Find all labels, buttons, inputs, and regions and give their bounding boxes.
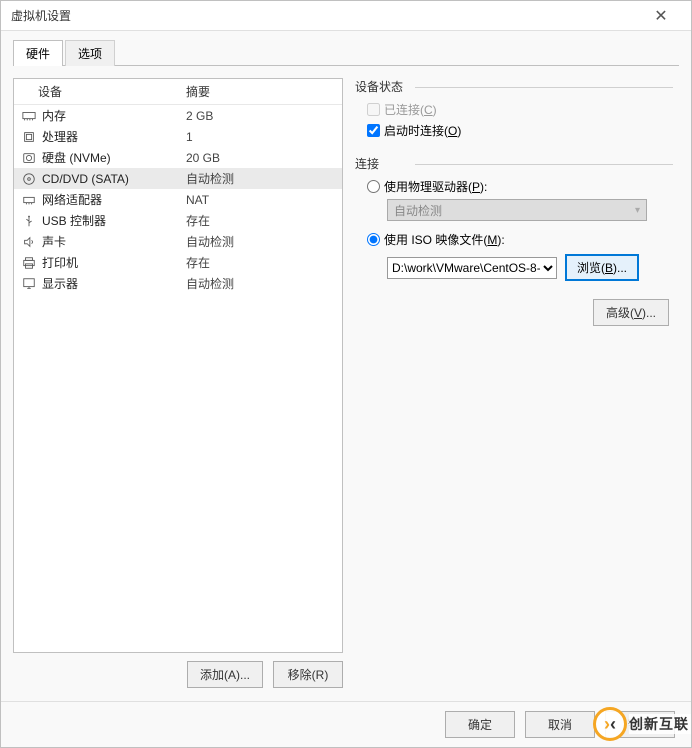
hardware-name: 打印机 — [42, 254, 186, 271]
hardware-list-header: 设备 摘要 — [14, 79, 342, 105]
ok-button[interactable]: 确定 — [445, 711, 515, 738]
cd-icon — [20, 171, 38, 187]
tab-options[interactable]: 选项 — [65, 40, 115, 66]
dialog-footer: 确定 取消 帮助 — [1, 701, 691, 747]
connected-checkbox — [367, 103, 380, 116]
remove-button[interactable]: 移除(R) — [273, 661, 343, 688]
connection-legend: 连接 — [355, 155, 673, 172]
use-physical-label: 使用物理驱动器(P): — [384, 178, 487, 195]
hardware-name: USB 控制器 — [42, 212, 186, 229]
hardware-summary: 20 GB — [186, 151, 336, 165]
hardware-summary: 1 — [186, 130, 336, 144]
vm-settings-dialog: 虚拟机设置 ✕ 硬件 选项 设备 摘要 内存2 GB处理器1硬盘 (NVMe)2… — [0, 0, 692, 748]
iso-row: D:\work\VMware\CentOS-8-x8 浏览(B)... — [387, 254, 673, 281]
hardware-row[interactable]: 内存2 GB — [14, 105, 342, 126]
hardware-row[interactable]: 显示器自动检测 — [14, 273, 342, 294]
hardware-summary: 存在 — [186, 212, 336, 229]
use-physical-radio-row[interactable]: 使用物理驱动器(P): — [367, 178, 673, 195]
hardware-list-buttons: 添加(A)... 移除(R) — [13, 661, 343, 688]
hardware-row[interactable]: 处理器1 — [14, 126, 342, 147]
network-icon — [20, 192, 38, 208]
col-summary: 摘要 — [186, 83, 336, 100]
connected-checkbox-row: 已连接(C) — [367, 101, 673, 118]
connect-poweron-label: 启动时连接(O) — [384, 122, 461, 139]
hardware-list[interactable]: 设备 摘要 内存2 GB处理器1硬盘 (NVMe)20 GBCD/DVD (SA… — [13, 78, 343, 653]
sound-icon — [20, 234, 38, 250]
usb-icon — [20, 213, 38, 229]
use-iso-radio[interactable] — [367, 233, 380, 246]
printer-icon — [20, 255, 38, 271]
disk-icon — [20, 150, 38, 166]
titlebar: 虚拟机设置 ✕ — [1, 1, 691, 31]
add-button[interactable]: 添加(A)... — [187, 661, 263, 688]
connected-label: 已连接(C) — [384, 101, 437, 118]
hardware-row[interactable]: USB 控制器存在 — [14, 210, 342, 231]
memory-icon — [20, 108, 38, 124]
hardware-panel: 设备 摘要 内存2 GB处理器1硬盘 (NVMe)20 GBCD/DVD (SA… — [13, 78, 343, 688]
hardware-name: CD/DVD (SATA) — [42, 172, 186, 186]
device-status-legend: 设备状态 — [355, 78, 673, 95]
hardware-row[interactable]: 声卡自动检测 — [14, 231, 342, 252]
tab-hardware[interactable]: 硬件 — [13, 40, 63, 66]
close-button[interactable]: ✕ — [641, 1, 681, 31]
use-iso-radio-row[interactable]: 使用 ISO 映像文件(M): — [367, 231, 673, 248]
advanced-row: 高级(V)... — [355, 299, 673, 326]
device-status-group: 设备状态 已连接(C) 启动时连接(O) — [355, 78, 673, 139]
hardware-row[interactable]: 打印机存在 — [14, 252, 342, 273]
hardware-summary: 自动检测 — [186, 233, 336, 250]
connect-poweron-checkbox[interactable] — [367, 124, 380, 137]
connect-poweron-checkbox-row[interactable]: 启动时连接(O) — [367, 122, 673, 139]
use-physical-radio[interactable] — [367, 180, 380, 193]
tabs: 硬件 选项 — [1, 31, 691, 66]
hardware-summary: NAT — [186, 193, 336, 207]
hardware-row[interactable]: CD/DVD (SATA)自动检测 — [14, 168, 342, 189]
help-button[interactable]: 帮助 — [605, 711, 675, 738]
browse-button[interactable]: 浏览(B)... — [565, 254, 639, 281]
hardware-name: 处理器 — [42, 128, 186, 145]
hardware-row[interactable]: 硬盘 (NVMe)20 GB — [14, 147, 342, 168]
hardware-name: 硬盘 (NVMe) — [42, 149, 186, 166]
physical-drive-combo: 自动检测 — [387, 199, 647, 221]
cpu-icon — [20, 129, 38, 145]
window-title: 虚拟机设置 — [11, 7, 641, 24]
hardware-row[interactable]: 网络适配器NAT — [14, 189, 342, 210]
hardware-summary: 自动检测 — [186, 170, 336, 187]
hardware-name: 内存 — [42, 107, 186, 124]
connection-group: 连接 使用物理驱动器(P): 自动检测 使用 ISO 映像文件(M): — [355, 155, 673, 281]
hardware-name: 声卡 — [42, 233, 186, 250]
use-iso-label: 使用 ISO 映像文件(M): — [384, 231, 505, 248]
hardware-summary: 存在 — [186, 254, 336, 271]
iso-path-input[interactable]: D:\work\VMware\CentOS-8-x8 — [387, 257, 557, 279]
col-device: 设备 — [20, 83, 186, 100]
content-area: 设备 摘要 内存2 GB处理器1硬盘 (NVMe)20 GBCD/DVD (SA… — [1, 66, 691, 700]
cancel-button[interactable]: 取消 — [525, 711, 595, 738]
hardware-summary: 2 GB — [186, 109, 336, 123]
advanced-button[interactable]: 高级(V)... — [593, 299, 669, 326]
device-details-panel: 设备状态 已连接(C) 启动时连接(O) 连接 — [355, 78, 679, 688]
hardware-summary: 自动检测 — [186, 275, 336, 292]
hardware-name: 显示器 — [42, 275, 186, 292]
hardware-name: 网络适配器 — [42, 191, 186, 208]
display-icon — [20, 276, 38, 292]
